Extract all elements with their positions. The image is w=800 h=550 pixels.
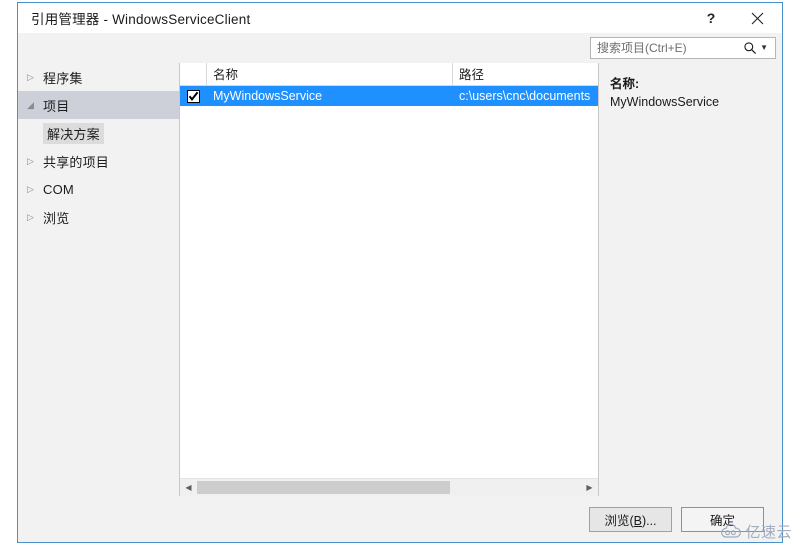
sidebar-item-assemblies[interactable]: ▷ 程序集 [18, 63, 179, 91]
column-header-name[interactable]: 名称 [207, 63, 453, 85]
sidebar-item-label: 解决方案 [43, 122, 104, 144]
chevron-down-icon[interactable]: ▼ [760, 44, 775, 52]
search-icon [743, 41, 760, 55]
reference-list-panel: 名称 路径 MyWindowsService c:\users\cnc\docu… [179, 63, 599, 496]
detail-name-label: 名称: [610, 77, 640, 91]
detail-name-value: MyWindowsService [610, 95, 720, 109]
sidebar-item-label: COM [43, 181, 74, 197]
row-path: c:\users\cnc\documents [459, 89, 591, 103]
chevron-right-icon: ▷ [27, 71, 34, 82]
dialog-body: ▷ 程序集 ◢ 项目 解决方案 ▷ 共享的项目 ▷ COM ▷ 浏览 名称 路径… [18, 63, 782, 496]
cloud-logo-icon [720, 524, 742, 539]
chevron-down-icon: ◢ [27, 99, 34, 110]
column-header-path[interactable]: 路径 [453, 63, 598, 85]
scroll-right-arrow-icon[interactable]: ▶ [581, 479, 598, 496]
title-bar: 引用管理器 - WindowsServiceClient ? [18, 3, 782, 33]
watermark: 亿速云 [720, 521, 792, 542]
chevron-right-icon: ▷ [27, 155, 34, 166]
browse-label-suffix: )... [641, 513, 657, 528]
scrollbar-thumb[interactable] [197, 481, 451, 494]
column-header-checkbox [180, 63, 207, 85]
detail-panel: 名称: MyWindowsService [599, 63, 782, 496]
horizontal-scrollbar[interactable]: ◀ ▶ [180, 478, 598, 496]
list-header: 名称 路径 [180, 63, 598, 86]
row-name: MyWindowsService [213, 89, 323, 103]
browse-label-key: B [633, 513, 642, 528]
sidebar-item-shared-projects[interactable]: ▷ 共享的项目 [18, 147, 179, 175]
list-rows: MyWindowsService c:\users\cnc\documents [180, 86, 598, 478]
sidebar-item-label: 浏览 [43, 210, 70, 226]
chevron-right-icon: ▷ [27, 183, 34, 194]
reference-manager-dialog: 引用管理器 - WindowsServiceClient ? ▼ ▷ [17, 2, 783, 543]
search-box[interactable]: ▼ [590, 37, 776, 59]
sidebar-item-com[interactable]: ▷ COM [18, 175, 179, 203]
sidebar-item-browse[interactable]: ▷ 浏览 [18, 203, 179, 231]
sidebar-item-projects[interactable]: ◢ 项目 [18, 91, 179, 119]
close-icon [751, 12, 763, 24]
sidebar-item-label: 共享的项目 [43, 154, 110, 170]
scroll-left-arrow-icon[interactable]: ◀ [180, 479, 197, 496]
sidebar: ▷ 程序集 ◢ 项目 解决方案 ▷ 共享的项目 ▷ COM ▷ 浏览 [18, 63, 179, 496]
browse-button[interactable]: 浏览(B)... [589, 506, 672, 532]
row-checkbox-cell[interactable] [180, 89, 207, 103]
help-button[interactable]: ? [689, 3, 733, 33]
close-button[interactable] [735, 3, 779, 33]
dialog-footer: 浏览(B)... 确定 [18, 496, 782, 542]
search-input[interactable] [591, 41, 744, 55]
sidebar-item-label: 项目 [43, 98, 70, 114]
sidebar-item-label: 程序集 [43, 70, 83, 86]
browse-label-prefix: 浏览( [604, 513, 634, 528]
checkbox-checked-icon[interactable] [187, 89, 200, 103]
scrollbar-track[interactable] [197, 479, 581, 496]
window-title: 引用管理器 - WindowsServiceClient [31, 12, 251, 27]
search-bar: ▼ [18, 33, 782, 63]
watermark-text: 亿速云 [745, 524, 792, 541]
table-row[interactable]: MyWindowsService c:\users\cnc\documents [180, 86, 598, 106]
chevron-right-icon: ▷ [27, 211, 34, 222]
sidebar-item-solution[interactable]: 解决方案 [18, 119, 179, 147]
